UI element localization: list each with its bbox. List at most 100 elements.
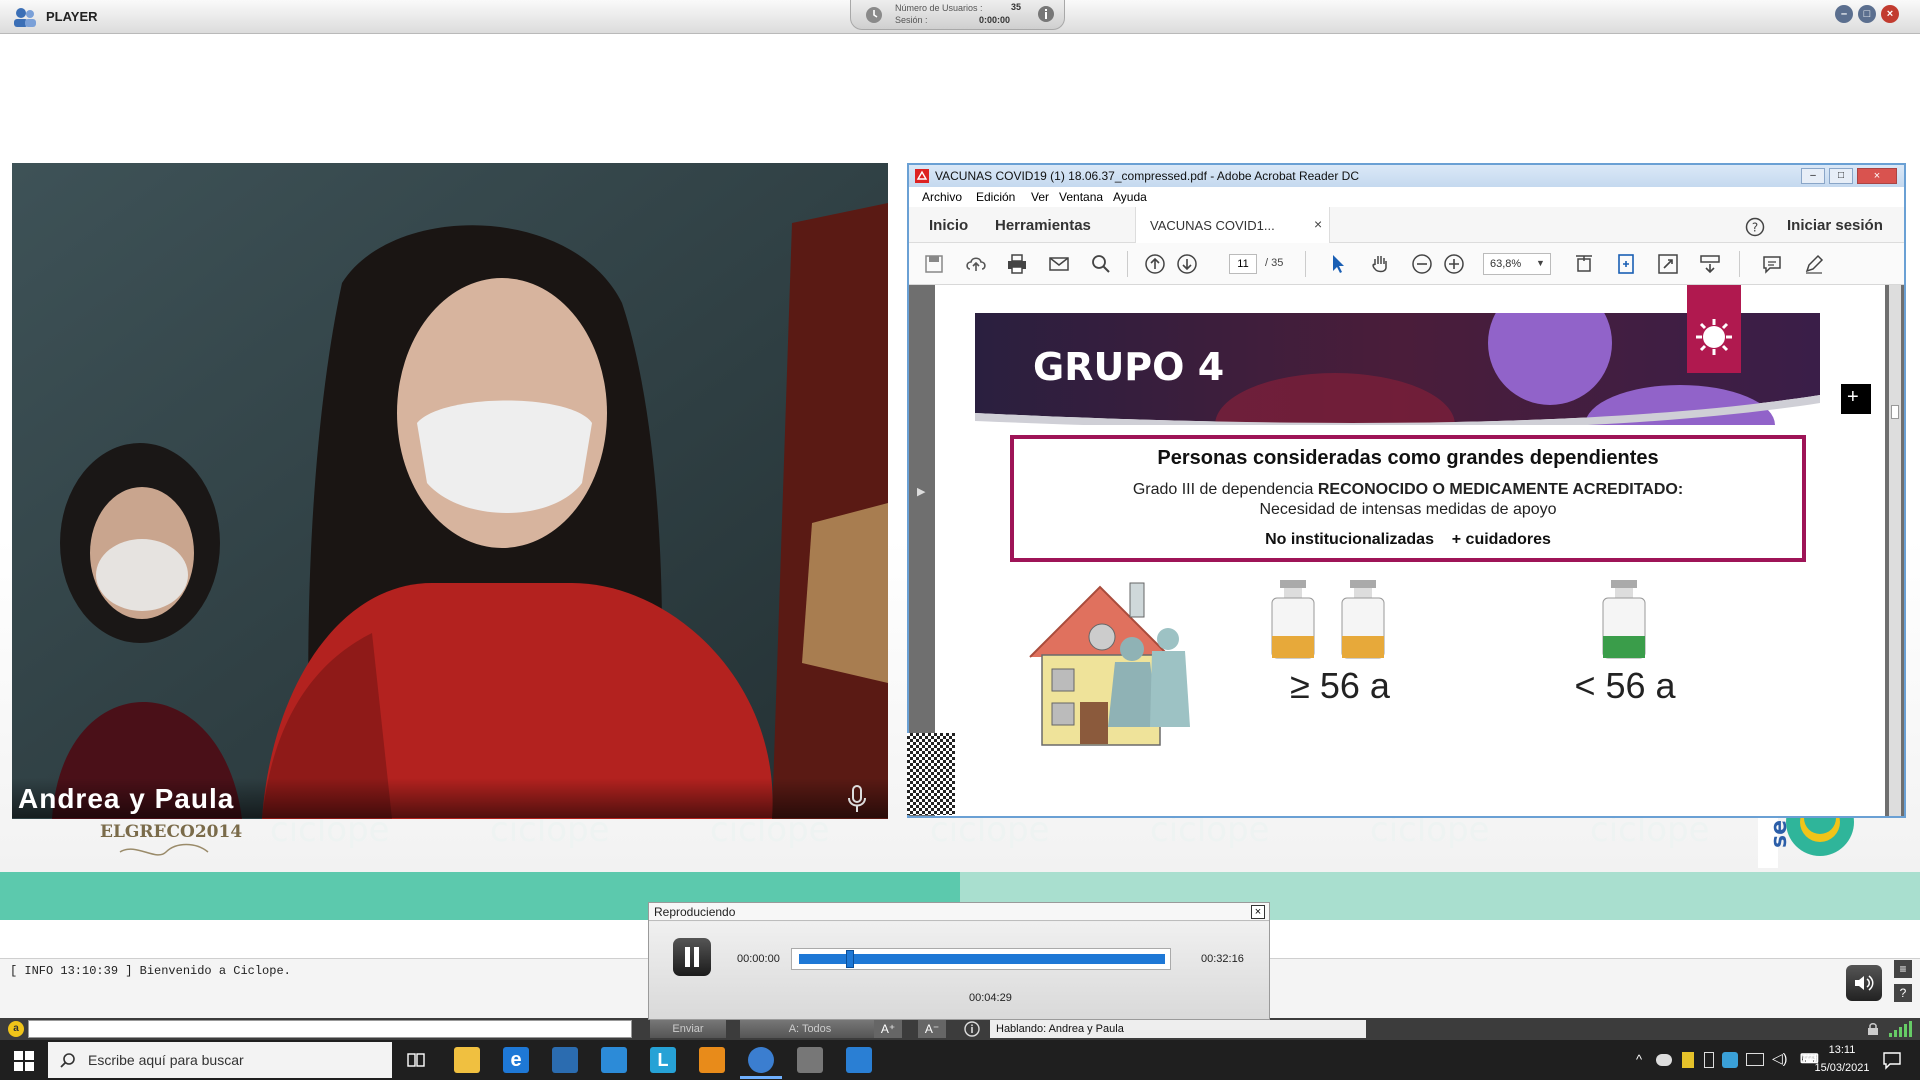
session-label: Sesión :: [895, 15, 928, 25]
help-icon[interactable]: ?: [1745, 217, 1765, 237]
windows-start-icon[interactable]: [14, 1051, 34, 1071]
taskbar-search[interactable]: Escribe aquí para buscar: [48, 1042, 392, 1078]
clock-date[interactable]: 15/03/2021: [1800, 1062, 1884, 1074]
fit-page-icon[interactable]: [1573, 253, 1595, 275]
acrobat-close-button[interactable]: ×: [1857, 168, 1897, 184]
search-placeholder: Escribe aquí para buscar: [88, 1052, 244, 1068]
info-icon[interactable]: [1037, 5, 1055, 23]
tray-app-icon[interactable]: [1722, 1052, 1738, 1068]
toolbar-divider: [1739, 251, 1740, 277]
users-label: Número de Usuarios :: [895, 3, 983, 13]
help-button[interactable]: ?: [1894, 984, 1912, 1002]
menu-archivo[interactable]: Archivo: [922, 190, 962, 204]
comment-icon[interactable]: [1761, 253, 1783, 275]
battery-icon[interactable]: [1704, 1052, 1714, 1068]
upload-cloud-icon[interactable]: [965, 253, 987, 275]
list-icon[interactable]: ≡: [1894, 960, 1912, 978]
maximize-button[interactable]: □: [1858, 5, 1876, 23]
chat-emoji-icon[interactable]: a: [8, 1021, 24, 1037]
zoom-in-icon[interactable]: [1443, 253, 1465, 275]
media-app-icon[interactable]: [797, 1047, 823, 1073]
tab-document[interactable]: VACUNAS COVID1... ×: [1135, 207, 1330, 243]
app-l-icon[interactable]: L: [650, 1047, 676, 1073]
photos-icon[interactable]: [846, 1047, 872, 1073]
users-count: 35: [1011, 2, 1022, 12]
network-icon[interactable]: [1746, 1053, 1764, 1066]
task-view-icon[interactable]: [405, 1049, 427, 1071]
video-frame: [12, 163, 888, 819]
pdf-icon: [915, 169, 929, 183]
progress-thumb[interactable]: [846, 950, 854, 968]
minimize-button[interactable]: –: [1835, 5, 1853, 23]
close-button[interactable]: ×: [1881, 5, 1899, 23]
signin-link[interactable]: Iniciar sesión: [1787, 217, 1883, 234]
left-panel-toggle-icon[interactable]: ▶: [917, 485, 925, 498]
tab-herramientas[interactable]: Herramientas: [995, 217, 1091, 234]
edge-browser-icon[interactable]: e: [503, 1047, 529, 1073]
scrollbar-thumb[interactable]: [1891, 405, 1899, 419]
vertical-scrollbar[interactable]: [1889, 285, 1901, 816]
outlook-icon[interactable]: [699, 1047, 725, 1073]
video-feed[interactable]: [12, 163, 888, 819]
signal-strength-icon: [1889, 1021, 1912, 1037]
acrobat-window[interactable]: VACUNAS COVID19 (1) 18.06.37_compressed.…: [907, 163, 1906, 818]
toolbar-divider: [1127, 251, 1128, 277]
page-number-input[interactable]: [1229, 254, 1257, 274]
print-icon[interactable]: [1006, 253, 1028, 275]
acrobat-maximize-button[interactable]: □: [1829, 168, 1853, 184]
recipient-select[interactable]: A: Todos: [740, 1020, 880, 1038]
house-illustration: [1029, 582, 1190, 746]
store-icon[interactable]: [552, 1047, 578, 1073]
notification-icon[interactable]: [1882, 1050, 1902, 1070]
info-message: [ INFO 13:10:39 ] Bienvenido a Ciclope.: [10, 964, 291, 978]
search-icon[interactable]: [1090, 253, 1112, 275]
playback-window[interactable]: Reproduciendo × 00:00:00 00:32:16 00:04:…: [648, 902, 1270, 1020]
app-title: PLAYER: [46, 9, 98, 24]
document-area[interactable]: ▶ ◀ GRUPO 4: [907, 285, 1904, 816]
volume-tray-icon[interactable]: ◁): [1772, 1050, 1787, 1067]
box-line-3-a: No institucionalizadas: [1265, 531, 1434, 548]
shield-icon[interactable]: [1682, 1052, 1694, 1068]
pen-icon[interactable]: [1803, 253, 1825, 275]
fullscreen-icon[interactable]: [1657, 253, 1679, 275]
menu-ver[interactable]: Ver: [1031, 190, 1049, 204]
tab-inicio[interactable]: Inicio: [929, 217, 968, 234]
page-up-icon[interactable]: [1144, 253, 1166, 275]
zoom-out-icon[interactable]: [1411, 253, 1433, 275]
page-down-icon[interactable]: [1176, 253, 1198, 275]
scroll-mode-icon[interactable]: [1699, 253, 1721, 275]
microphone-icon[interactable]: [846, 784, 868, 814]
clock-time[interactable]: 13:11: [1812, 1044, 1872, 1056]
active-app-indicator: [740, 1076, 782, 1079]
hand-tool-icon[interactable]: [1369, 253, 1391, 275]
acrobat-minimize-button[interactable]: –: [1801, 168, 1825, 184]
info-circle-icon[interactable]: [964, 1021, 980, 1037]
menu-ventana[interactable]: Ventana: [1059, 190, 1103, 204]
font-decrease-button[interactable]: A⁻: [918, 1020, 946, 1038]
acrobat-tab-bar: Inicio Herramientas VACUNAS COVID1... × …: [909, 207, 1904, 243]
send-button[interactable]: Enviar: [650, 1020, 726, 1038]
file-explorer-icon[interactable]: [454, 1047, 480, 1073]
pause-button[interactable]: [673, 938, 711, 976]
page-view-icon[interactable]: [1615, 253, 1637, 275]
font-increase-button[interactable]: A⁺: [874, 1020, 902, 1038]
onedrive-icon[interactable]: [1656, 1054, 1672, 1066]
menu-edicion[interactable]: Edición: [976, 190, 1015, 204]
volume-button[interactable]: [1846, 965, 1882, 1001]
box-line-2: Necesidad de intensas medidas de apoyo: [1259, 501, 1557, 518]
playback-close-button[interactable]: ×: [1251, 905, 1265, 919]
mail-icon[interactable]: [601, 1047, 627, 1073]
zoom-select[interactable]: 63,8% ▼: [1483, 253, 1551, 275]
progress-track[interactable]: [791, 948, 1171, 970]
playback-title: Reproduciendo: [649, 903, 1269, 921]
menu-ayuda[interactable]: Ayuda: [1113, 190, 1147, 204]
chat-input[interactable]: [28, 1020, 632, 1038]
email-icon[interactable]: [1048, 253, 1070, 275]
save-icon[interactable]: [923, 253, 945, 275]
tray-chevron-icon[interactable]: ^: [1636, 1052, 1642, 1067]
pause-icon: [685, 947, 699, 967]
ciclope-app-icon[interactable]: [748, 1047, 774, 1073]
select-cursor-icon[interactable]: [1327, 253, 1349, 275]
vaccine-vials-pair: [1271, 580, 1385, 659]
tab-close-icon[interactable]: ×: [1314, 216, 1322, 232]
